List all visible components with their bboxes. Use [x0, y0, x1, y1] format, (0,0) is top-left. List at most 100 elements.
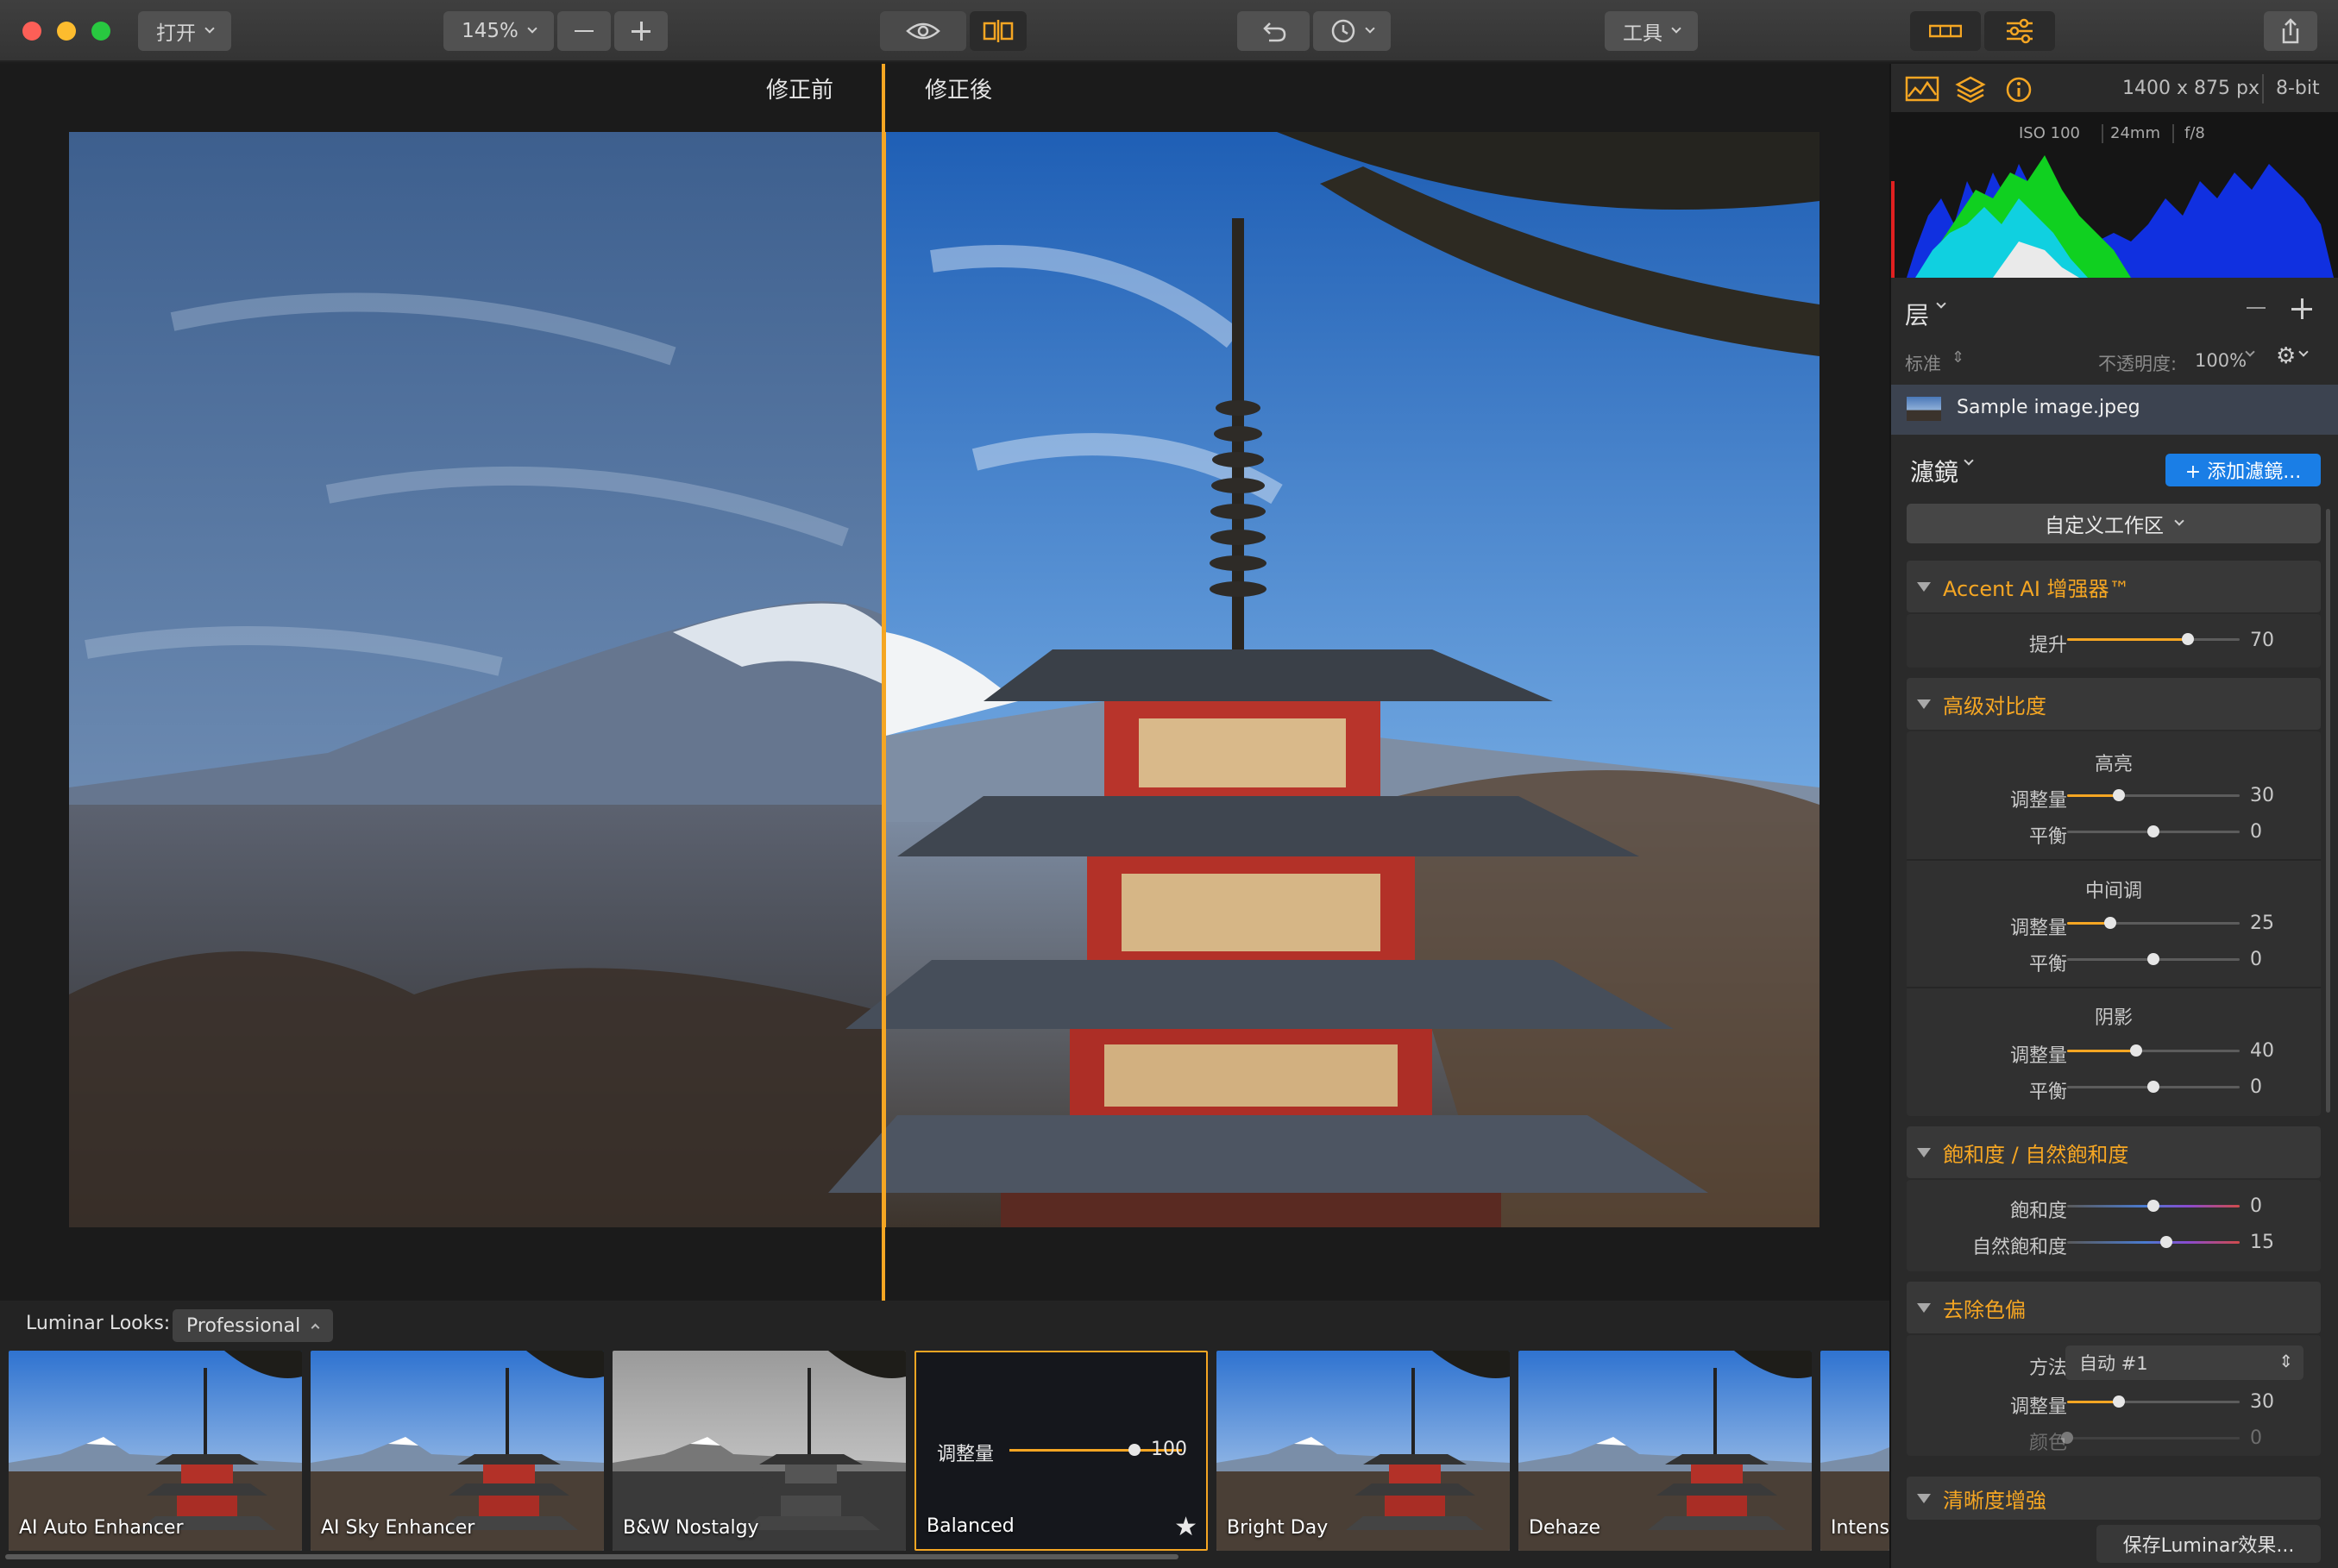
- save-luminar-look-button[interactable]: 保存Luminar效果...: [2096, 1525, 2321, 1563]
- look-amount-label: 调整量: [937, 1444, 995, 1465]
- advanced-contrast-header[interactable]: 高级对比度: [1907, 678, 2321, 730]
- midtones-balance-slider[interactable]: [2067, 953, 2240, 965]
- look-thumb-balanced[interactable]: 调整量 100 Balanced ★: [914, 1351, 1208, 1551]
- slider-knob[interactable]: [2147, 1081, 2159, 1093]
- history-button[interactable]: [1313, 11, 1391, 51]
- before-after-divider[interactable]: [882, 64, 885, 1301]
- undo-icon: [1263, 22, 1286, 42]
- layers-icon[interactable]: [1955, 74, 1986, 105]
- slider-knob[interactable]: [2113, 789, 2125, 801]
- clarity-header[interactable]: 清晰度增強: [1907, 1477, 2321, 1520]
- balance-label: 平衡: [2028, 954, 2067, 975]
- slider-knob[interactable]: [2147, 825, 2159, 837]
- saturation-title: 飽和度 / 自然飽和度: [1943, 1142, 2129, 1167]
- shadows-amount-value: 40: [2250, 1040, 2274, 1062]
- remove-layer-icon[interactable]: [2247, 307, 2266, 309]
- look-thumb-ai-auto-enhancer[interactable]: AI Auto Enhancer: [9, 1351, 302, 1551]
- zoom-window-button[interactable]: [91, 22, 110, 41]
- slider-knob[interactable]: [2104, 917, 2116, 929]
- cast-amount-value: 30: [2250, 1391, 2274, 1413]
- exif-divider: [2172, 124, 2174, 143]
- histogram-icon[interactable]: [1905, 76, 1939, 103]
- midtones-amount-slider[interactable]: [2067, 917, 2240, 929]
- shadows-amount-slider[interactable]: [2067, 1044, 2240, 1057]
- slider-knob[interactable]: [2113, 1396, 2125, 1408]
- tools-menu-button[interactable]: 工具: [1605, 11, 1698, 51]
- minimize-window-button[interactable]: [57, 22, 76, 41]
- filters-panel-toggle[interactable]: [1984, 11, 2055, 51]
- zoom-select[interactable]: 145%: [443, 11, 554, 51]
- shadows-balance-value: 0: [2250, 1076, 2262, 1098]
- slider-knob[interactable]: [2061, 1432, 2073, 1444]
- shadows-balance-slider[interactable]: [2067, 1081, 2240, 1093]
- blend-mode-select[interactable]: 标准: [1905, 350, 1941, 376]
- slider-fill: [2067, 638, 2188, 641]
- filters-scrollbar[interactable]: [2326, 509, 2330, 1113]
- highlights-balance-slider[interactable]: [2067, 825, 2240, 837]
- amount-label: 调整量: [2009, 1396, 2067, 1418]
- look-thumb-intensi[interactable]: Intensi: [1820, 1351, 1889, 1551]
- look-thumb-bw-nostalgy[interactable]: B&W Nostalgy: [613, 1351, 906, 1551]
- add-filter-button[interactable]: + 添加濾鏡...: [2165, 454, 2321, 486]
- zoom-in-button[interactable]: [614, 11, 668, 51]
- histogram: ISO 100 24mm f/8: [1889, 112, 2338, 278]
- cast-color-slider[interactable]: [2061, 1432, 2240, 1444]
- slider-knob[interactable]: [2130, 1044, 2142, 1057]
- clock-icon: [1331, 19, 1355, 43]
- split-view-button[interactable]: [970, 11, 1027, 51]
- looks-scrollbar[interactable]: [5, 1554, 1178, 1559]
- saturation-header[interactable]: 飽和度 / 自然飽和度: [1907, 1126, 2321, 1178]
- look-thumb-dehaze[interactable]: Dehaze: [1518, 1351, 1812, 1551]
- saturation-value: 0: [2250, 1195, 2262, 1217]
- saturation-slider[interactable]: [2067, 1200, 2240, 1212]
- favorite-star-icon[interactable]: ★: [1174, 1512, 1197, 1542]
- remove-color-cast-header[interactable]: 去除色偏: [1907, 1282, 2321, 1333]
- looks-panel-toggle[interactable]: [1910, 11, 1981, 51]
- slider-knob[interactable]: [2182, 633, 2194, 645]
- look-thumb-ai-sky-enhancer[interactable]: AI Sky Enhancer: [311, 1351, 604, 1551]
- stepper-icon: ⇕: [1951, 348, 1965, 367]
- slider-track[interactable]: [2067, 1241, 2240, 1244]
- workspace-select[interactable]: 自定义工作区: [1907, 504, 2321, 543]
- info-icon[interactable]: [2005, 76, 2033, 103]
- accent-ai-header[interactable]: Accent AI 增强器™: [1907, 561, 2321, 612]
- slider-knob[interactable]: [2160, 1236, 2172, 1248]
- look-name: AI Sky Enhancer: [321, 1517, 475, 1539]
- opacity-value[interactable]: 100%: [2195, 350, 2247, 371]
- undo-button[interactable]: [1237, 11, 1310, 51]
- looks-category-select[interactable]: Professional: [173, 1309, 333, 1342]
- add-layer-icon[interactable]: [2291, 298, 2312, 319]
- slider-track[interactable]: [2067, 1437, 2240, 1439]
- look-thumb-bright-day[interactable]: Bright Day: [1216, 1351, 1510, 1551]
- slider-knob[interactable]: [2147, 1200, 2159, 1212]
- slider-knob[interactable]: [2147, 953, 2159, 965]
- layer-row[interactable]: Sample image.jpeg: [1891, 385, 2338, 435]
- collapse-triangle-icon: [1917, 699, 1931, 709]
- zoom-out-button[interactable]: [557, 11, 611, 51]
- preview-toggle-button[interactable]: [880, 11, 966, 51]
- close-window-button[interactable]: [22, 22, 41, 41]
- boost-slider[interactable]: [2067, 633, 2240, 645]
- gear-icon[interactable]: ⚙: [2276, 343, 2296, 369]
- chevron-down-icon: [1671, 23, 1681, 34]
- photo-preview[interactable]: [69, 132, 1819, 1227]
- collapse-triangle-icon: [1917, 1493, 1931, 1503]
- look-name: Dehaze: [1529, 1517, 1600, 1539]
- highlights-amount-slider[interactable]: [2067, 789, 2240, 801]
- cast-color-value: 0: [2250, 1427, 2262, 1449]
- cast-amount-slider[interactable]: [2067, 1396, 2240, 1408]
- layers-title[interactable]: 层: [1905, 297, 1929, 331]
- eye-icon: [906, 22, 940, 40]
- open-button[interactable]: 打开: [138, 11, 231, 51]
- look-amount-knob[interactable]: [1128, 1444, 1141, 1456]
- filters-title[interactable]: 濾鏡: [1910, 454, 1958, 488]
- vibrance-slider[interactable]: [2067, 1236, 2240, 1248]
- midtones-title: 中间调: [2084, 881, 2142, 902]
- vibrance-value: 15: [2250, 1232, 2274, 1253]
- saturation-label: 飽和度: [2009, 1201, 2067, 1222]
- boost-value: 70: [2250, 630, 2274, 651]
- highlights-amount-value: 30: [2250, 785, 2274, 806]
- method-select[interactable]: 自动 #1 ⇕: [2065, 1345, 2303, 1380]
- share-button[interactable]: [2264, 11, 2317, 51]
- before-label: 修正前: [766, 78, 834, 103]
